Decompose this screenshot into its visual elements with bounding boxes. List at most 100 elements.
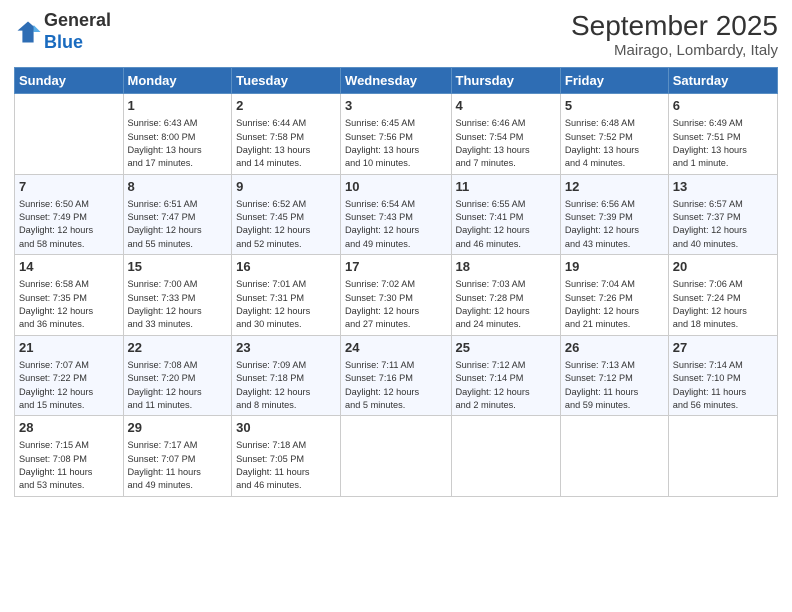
day-cell: 25Sunrise: 7:12 AMSunset: 7:14 PMDayligh… xyxy=(451,335,560,416)
week-row-1: 1 Sunrise: 6:43 AMSunset: 8:00 PMDaylight… xyxy=(15,94,778,175)
day-number: 26 xyxy=(565,339,664,357)
header-tuesday: Tuesday xyxy=(232,68,341,94)
day-info: Sunrise: 6:45 AMSunset: 7:56 PMDaylight:… xyxy=(345,117,446,170)
day-cell xyxy=(560,416,668,497)
day-cell xyxy=(451,416,560,497)
day-cell: 29 Sunrise: 7:17 AMSunset: 7:07 PMDayligh… xyxy=(123,416,232,497)
day-number: 12 xyxy=(565,178,664,196)
day-number: 19 xyxy=(565,258,664,276)
day-info: Sunrise: 7:07 AMSunset: 7:22 PMDaylight:… xyxy=(19,359,119,412)
day-info: Sunrise: 7:14 AMSunset: 7:10 PMDaylight:… xyxy=(673,359,773,412)
day-info: Sunrise: 7:02 AMSunset: 7:30 PMDaylight:… xyxy=(345,278,446,331)
day-number: 22 xyxy=(128,339,228,357)
day-info: Sunrise: 7:09 AMSunset: 7:18 PMDaylight:… xyxy=(236,359,336,412)
day-number: 27 xyxy=(673,339,773,357)
day-info: Sunrise: 6:46 AMSunset: 7:54 PMDaylight:… xyxy=(456,117,556,170)
header-monday: Monday xyxy=(123,68,232,94)
week-row-2: 7Sunrise: 6:50 AMSunset: 7:49 PMDaylight… xyxy=(15,174,778,255)
day-cell: 16Sunrise: 7:01 AMSunset: 7:31 PMDayligh… xyxy=(232,255,341,336)
day-cell: 13 Sunrise: 6:57 AMSunset: 7:37 PMDayligh… xyxy=(668,174,777,255)
day-number: 13 xyxy=(673,178,773,196)
day-cell: 27 Sunrise: 7:14 AMSunset: 7:10 PMDayligh… xyxy=(668,335,777,416)
day-cell: 6Sunrise: 6:49 AMSunset: 7:51 PMDaylight… xyxy=(668,94,777,175)
day-cell: 7Sunrise: 6:50 AMSunset: 7:49 PMDaylight… xyxy=(15,174,124,255)
day-info: Sunrise: 6:48 AMSunset: 7:52 PMDaylight:… xyxy=(565,117,664,170)
day-cell xyxy=(341,416,451,497)
day-number: 7 xyxy=(19,178,119,196)
day-cell: 15 Sunrise: 7:00 AMSunset: 7:33 PMDayligh… xyxy=(123,255,232,336)
week-row-5: 28 Sunrise: 7:15 AMSunset: 7:08 PMDayligh… xyxy=(15,416,778,497)
day-cell xyxy=(15,94,124,175)
day-number: 5 xyxy=(565,97,664,115)
day-info: Sunrise: 6:57 AMSunset: 7:37 PMDaylight:… xyxy=(673,198,773,251)
day-cell: 23 Sunrise: 7:09 AMSunset: 7:18 PMDayligh… xyxy=(232,335,341,416)
day-cell: 8 Sunrise: 6:51 AMSunset: 7:47 PMDaylight… xyxy=(123,174,232,255)
day-info: Sunrise: 7:12 AMSunset: 7:14 PMDaylight:… xyxy=(456,359,556,412)
day-cell: 10 Sunrise: 6:54 AMSunset: 7:43 PMDayligh… xyxy=(341,174,451,255)
day-cell: 18Sunrise: 7:03 AMSunset: 7:28 PMDayligh… xyxy=(451,255,560,336)
day-cell: 21 Sunrise: 7:07 AMSunset: 7:22 PMDayligh… xyxy=(15,335,124,416)
day-cell: 12 Sunrise: 6:56 AMSunset: 7:39 PMDayligh… xyxy=(560,174,668,255)
day-info: Sunrise: 7:06 AMSunset: 7:24 PMDaylight:… xyxy=(673,278,773,331)
day-number: 21 xyxy=(19,339,119,357)
day-number: 8 xyxy=(128,178,228,196)
day-number: 28 xyxy=(19,419,119,437)
day-number: 30 xyxy=(236,419,336,437)
day-number: 3 xyxy=(345,97,446,115)
day-number: 29 xyxy=(128,419,228,437)
day-info: Sunrise: 7:15 AMSunset: 7:08 PMDaylight:… xyxy=(19,439,119,492)
day-info: Sunrise: 6:44 AMSunset: 7:58 PMDaylight:… xyxy=(236,117,336,170)
day-info: Sunrise: 7:00 AMSunset: 7:33 PMDaylight:… xyxy=(128,278,228,331)
day-cell: 20 Sunrise: 7:06 AMSunset: 7:24 PMDayligh… xyxy=(668,255,777,336)
day-cell: 4 Sunrise: 6:46 AMSunset: 7:54 PMDaylight… xyxy=(451,94,560,175)
day-info: Sunrise: 7:11 AMSunset: 7:16 PMDaylight:… xyxy=(345,359,446,412)
day-cell: 14Sunrise: 6:58 AMSunset: 7:35 PMDayligh… xyxy=(15,255,124,336)
day-number: 23 xyxy=(236,339,336,357)
day-number: 15 xyxy=(128,258,228,276)
day-number: 20 xyxy=(673,258,773,276)
location: Mairago, Lombardy, Italy xyxy=(571,42,778,59)
day-number: 10 xyxy=(345,178,446,196)
day-info: Sunrise: 7:04 AMSunset: 7:26 PMDaylight:… xyxy=(565,278,664,331)
header-wednesday: Wednesday xyxy=(341,68,451,94)
day-cell: 11 Sunrise: 6:55 AMSunset: 7:41 PMDayligh… xyxy=(451,174,560,255)
day-info: Sunrise: 7:17 AMSunset: 7:07 PMDaylight:… xyxy=(128,439,228,492)
day-cell: 3 Sunrise: 6:45 AMSunset: 7:56 PMDaylight… xyxy=(341,94,451,175)
day-cell: 26 Sunrise: 7:13 AMSunset: 7:12 PMDayligh… xyxy=(560,335,668,416)
day-info: Sunrise: 6:51 AMSunset: 7:47 PMDaylight:… xyxy=(128,198,228,251)
logo-general: General xyxy=(44,10,111,30)
day-number: 6 xyxy=(673,97,773,115)
day-info: Sunrise: 6:54 AMSunset: 7:43 PMDaylight:… xyxy=(345,198,446,251)
day-number: 24 xyxy=(345,339,446,357)
day-number: 1 xyxy=(128,97,228,115)
day-cell: 24 Sunrise: 7:11 AMSunset: 7:16 PMDayligh… xyxy=(341,335,451,416)
day-info: Sunrise: 7:18 AMSunset: 7:05 PMDaylight:… xyxy=(236,439,336,492)
header-saturday: Saturday xyxy=(668,68,777,94)
calendar: SundayMondayTuesdayWednesdayThursdayFrid… xyxy=(14,67,778,497)
day-info: Sunrise: 6:55 AMSunset: 7:41 PMDaylight:… xyxy=(456,198,556,251)
day-number: 2 xyxy=(236,97,336,115)
day-info: Sunrise: 7:08 AMSunset: 7:20 PMDaylight:… xyxy=(128,359,228,412)
day-info: Sunrise: 6:43 AMSunset: 8:00 PMDaylight:… xyxy=(128,117,228,170)
logo-text: General Blue xyxy=(44,10,111,53)
week-row-4: 21 Sunrise: 7:07 AMSunset: 7:22 PMDayligh… xyxy=(15,335,778,416)
header-sunday: Sunday xyxy=(15,68,124,94)
day-info: Sunrise: 6:56 AMSunset: 7:39 PMDaylight:… xyxy=(565,198,664,251)
calendar-header-row: SundayMondayTuesdayWednesdayThursdayFrid… xyxy=(15,68,778,94)
day-info: Sunrise: 7:13 AMSunset: 7:12 PMDaylight:… xyxy=(565,359,664,412)
day-info: Sunrise: 7:03 AMSunset: 7:28 PMDaylight:… xyxy=(456,278,556,331)
day-number: 9 xyxy=(236,178,336,196)
day-cell xyxy=(668,416,777,497)
day-cell: 19 Sunrise: 7:04 AMSunset: 7:26 PMDayligh… xyxy=(560,255,668,336)
logo-icon xyxy=(14,18,42,46)
header-friday: Friday xyxy=(560,68,668,94)
day-cell: 22 Sunrise: 7:08 AMSunset: 7:20 PMDayligh… xyxy=(123,335,232,416)
day-cell: 30 Sunrise: 7:18 AMSunset: 7:05 PMDayligh… xyxy=(232,416,341,497)
logo: General Blue xyxy=(14,10,111,53)
day-number: 4 xyxy=(456,97,556,115)
day-number: 11 xyxy=(456,178,556,196)
header-thursday: Thursday xyxy=(451,68,560,94)
day-info: Sunrise: 6:52 AMSunset: 7:45 PMDaylight:… xyxy=(236,198,336,251)
day-cell: 5 Sunrise: 6:48 AMSunset: 7:52 PMDaylight… xyxy=(560,94,668,175)
logo-blue: Blue xyxy=(44,32,83,52)
